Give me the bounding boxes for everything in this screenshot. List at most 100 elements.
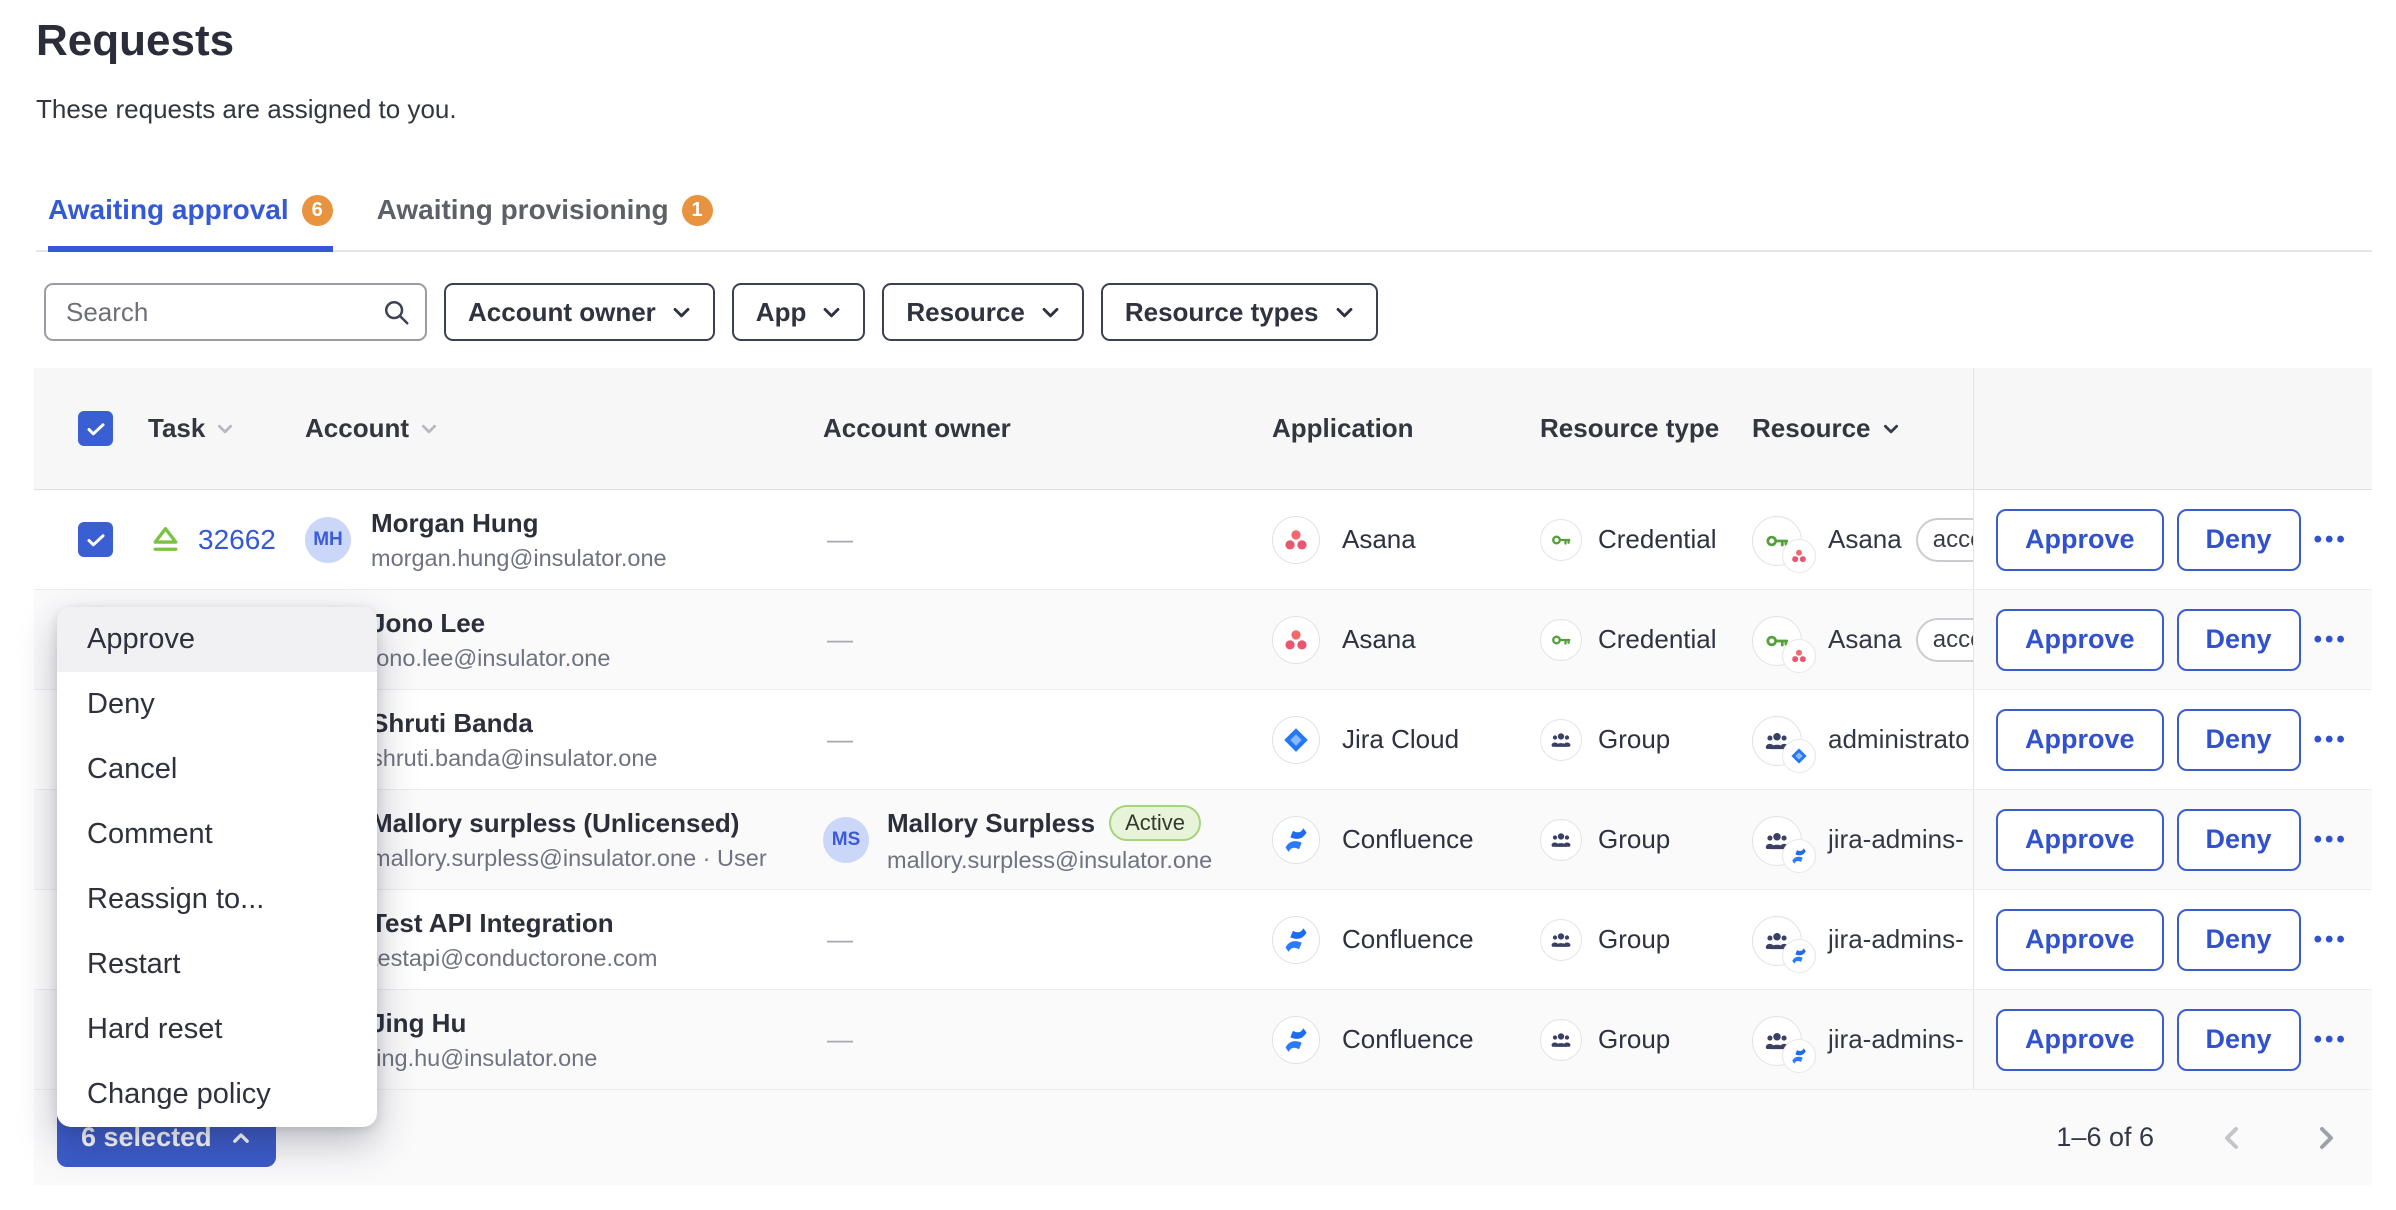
chevron-down-icon <box>670 301 693 324</box>
deny-button[interactable]: Deny <box>2177 509 2301 571</box>
pagination-range: 1–6 of 6 <box>2056 1122 2154 1153</box>
column-header-resource[interactable]: Resource <box>1752 413 1973 444</box>
account-email: mallory.surpless@insulator.one · User <box>371 845 767 872</box>
resource-icon <box>1752 907 1814 973</box>
column-header-account[interactable]: Account <box>305 413 823 444</box>
approve-button[interactable]: Approve <box>1996 1009 2164 1071</box>
table-row: Shruti Banda shruti.banda@insulator.one … <box>34 690 2372 790</box>
resource-type-name: Group <box>1598 724 1670 755</box>
confluence-app-icon <box>1272 1016 1320 1064</box>
asana-app-icon <box>1782 539 1816 573</box>
account-name: Jono Lee <box>371 608 610 639</box>
column-header-account-owner: Account owner <box>823 413 1272 444</box>
tab-label: Awaiting provisioning <box>377 194 669 226</box>
search-box <box>44 283 427 341</box>
deny-button[interactable]: Deny <box>2177 909 2301 971</box>
approve-button[interactable]: Approve <box>1996 609 2164 671</box>
confluence-app-icon <box>1782 839 1816 873</box>
credential-icon <box>1540 519 1582 561</box>
more-actions-button[interactable]: ••• <box>2314 626 2348 654</box>
previous-page-button[interactable] <box>2216 1122 2248 1154</box>
approve-button[interactable]: Approve <box>1996 509 2164 571</box>
resource-badge: acces <box>1916 618 1973 662</box>
owner-empty-dash: — <box>823 1024 853 1054</box>
more-actions-button[interactable]: ••• <box>2314 826 2348 854</box>
application-name: Confluence <box>1342 1024 1474 1055</box>
table-row: Jing Hu jing.hu@insulator.one — Confluen… <box>34 990 2372 1090</box>
status-badge: Active <box>1109 805 1201 841</box>
resource-name: jira-admins- <box>1828 924 1964 955</box>
more-actions-button[interactable]: ••• <box>2314 526 2348 554</box>
chevron-down-icon <box>820 301 843 324</box>
account-name: Test API Integration <box>371 908 657 939</box>
resource-type-name: Group <box>1598 924 1670 955</box>
approve-button[interactable]: Approve <box>1996 909 2164 971</box>
menu-item-restart[interactable]: Restart <box>57 932 377 997</box>
grant-request-icon <box>148 522 183 557</box>
approve-button[interactable]: Approve <box>1996 709 2164 771</box>
account-email: testapi@conductorone.com <box>371 945 657 972</box>
pagination: 1–6 of 6 <box>2056 1122 2342 1154</box>
resource-type-name: Group <box>1598 824 1670 855</box>
application-name: Asana <box>1342 624 1416 655</box>
page-title: Requests <box>36 16 234 66</box>
confluence-app-icon <box>1272 916 1320 964</box>
filter-resource[interactable]: Resource <box>882 283 1084 341</box>
account-name: Jing Hu <box>371 1008 597 1039</box>
menu-item-deny[interactable]: Deny <box>57 672 377 737</box>
column-header-application: Application <box>1272 413 1540 444</box>
filter-resource-types[interactable]: Resource types <box>1101 283 1378 341</box>
select-all-checkbox[interactable] <box>78 411 113 446</box>
table-row: Test API Integration testapi@conductoron… <box>34 890 2372 990</box>
asana-app-icon <box>1782 639 1816 673</box>
confluence-app-icon <box>1272 816 1320 864</box>
search-input[interactable] <box>64 296 381 329</box>
more-actions-button[interactable]: ••• <box>2314 726 2348 754</box>
deny-button[interactable]: Deny <box>2177 809 2301 871</box>
resource-type-name: Group <box>1598 1024 1670 1055</box>
menu-item-approve[interactable]: Approve <box>57 607 377 672</box>
filter-app[interactable]: App <box>732 283 866 341</box>
tab-awaiting-approval[interactable]: Awaiting approval 6 <box>48 194 333 250</box>
menu-item-cancel[interactable]: Cancel <box>57 737 377 802</box>
filter-account-owner[interactable]: Account owner <box>444 283 715 341</box>
chevron-down-icon <box>1039 301 1062 324</box>
deny-button[interactable]: Deny <box>2177 1009 2301 1071</box>
avatar: MH <box>305 517 351 563</box>
group-icon <box>1540 1019 1582 1061</box>
group-icon <box>1540 719 1582 761</box>
owner-empty-dash: — <box>823 924 853 954</box>
account-name: Morgan Hung <box>371 508 667 539</box>
resource-name: jira-admins- <box>1828 1024 1964 1055</box>
column-header-task[interactable]: Task <box>148 413 305 444</box>
deny-button[interactable]: Deny <box>2177 609 2301 671</box>
resource-type-name: Credential <box>1598 624 1717 655</box>
more-actions-button[interactable]: ••• <box>2314 1026 2348 1054</box>
account-email: jono.lee@insulator.one <box>371 645 610 672</box>
resource-icon <box>1752 607 1814 673</box>
tab-awaiting-provisioning[interactable]: Awaiting provisioning 1 <box>377 194 713 250</box>
table-header-row: Task Account Account owner Application R… <box>34 368 2372 490</box>
menu-item-change-policy[interactable]: Change policy <box>57 1062 377 1127</box>
table-footer: 6 selected 1–6 of 6 <box>34 1090 2372 1185</box>
requests-page: Requests These requests are assigned to … <box>0 0 2396 1210</box>
jira-app-icon <box>1782 739 1816 773</box>
menu-item-comment[interactable]: Comment <box>57 802 377 867</box>
menu-item-reassign-to[interactable]: Reassign to... <box>57 867 377 932</box>
row-checkbox[interactable] <box>78 522 113 557</box>
approve-button[interactable]: Approve <box>1996 809 2164 871</box>
more-actions-button[interactable]: ••• <box>2314 926 2348 954</box>
column-header-resource-type: Resource type <box>1540 413 1752 444</box>
deny-button[interactable]: Deny <box>2177 709 2301 771</box>
avatar: MS <box>823 817 869 863</box>
sort-chevron-icon <box>215 419 235 439</box>
filter-label: App <box>756 297 807 328</box>
task-link[interactable]: 32662 <box>198 524 276 556</box>
tab-bar: Awaiting approval 6 Awaiting provisioning… <box>36 194 2372 252</box>
group-icon <box>1540 919 1582 961</box>
menu-item-hard-reset[interactable]: Hard reset <box>57 997 377 1062</box>
next-page-button[interactable] <box>2310 1122 2342 1154</box>
group-icon <box>1540 819 1582 861</box>
asana-app-icon <box>1272 516 1320 564</box>
asana-app-icon <box>1272 616 1320 664</box>
